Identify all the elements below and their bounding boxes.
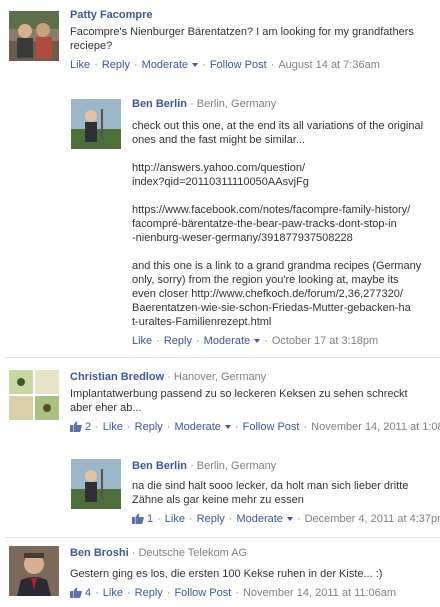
author-location: Berlin, Germany — [196, 460, 277, 472]
timestamp[interactable]: November 14, 2011 at 1:08pm — [311, 421, 440, 433]
thumbs-up-icon — [70, 421, 82, 432]
avatar[interactable] — [71, 99, 121, 149]
comment-text: na die sind halt sooo lecker, da holt ma… — [132, 480, 409, 506]
comment-actions: 1 · Like · Reply · Moderate · December 4, 2011 a… — [132, 512, 440, 526]
timestamp[interactable]: October 17 at 3:18pm — [272, 335, 378, 347]
link-yahoo[interactable]: http://answers.yahoo.com/question/index?… — [132, 161, 440, 189]
reply-link[interactable]: Reply — [197, 513, 225, 525]
comment-text: Gestern ging es los, die ersten 100 Keks… — [70, 568, 383, 580]
author-location: Berlin, Germany — [196, 98, 277, 110]
paragraph-chefkoch: and this one is a link to a grand grandm… — [132, 260, 422, 328]
comment-actions: Like · Reply · Moderate · Follow Post · August 1… — [70, 59, 380, 71]
moderate-dropdown[interactable]: Moderate — [236, 513, 293, 525]
avatar[interactable] — [9, 546, 59, 596]
like-link[interactable]: Like — [165, 513, 185, 525]
follow-post-link[interactable]: Follow Post — [210, 59, 267, 71]
comment-text: check out this one, at the end its all v… — [132, 119, 440, 329]
thumbs-up-icon — [132, 513, 144, 524]
paragraph: check out this one, at the end its all v… — [132, 120, 424, 146]
like-link[interactable]: Like — [132, 335, 152, 347]
comment-header: Christian Bredlow · Hanover, Germany — [70, 371, 267, 383]
timestamp[interactable]: December 4, 2011 at 4:37pm — [305, 513, 440, 525]
comment-actions: Like · Reply · Moderate · October 17 at 3:18pm — [132, 335, 379, 347]
like-link[interactable]: Like — [70, 59, 90, 71]
author-name[interactable]: Ben Broshi — [70, 547, 129, 559]
reply-link[interactable]: Reply — [102, 59, 130, 71]
like-count[interactable]: 4 — [70, 587, 91, 599]
reply-link[interactable]: Reply — [135, 421, 163, 433]
like-count[interactable]: 2 — [70, 421, 91, 433]
divider — [5, 357, 440, 358]
avatar[interactable] — [71, 459, 121, 509]
author-location: Deutsche Telekom AG — [138, 547, 248, 559]
comment-header: Patty Facompre — [70, 8, 440, 22]
link-facebook-note[interactable]: https://www.facebook.com/notes/facompre-… — [132, 203, 440, 245]
comment-text: Facompre's Nienburger Bärentatzen? I am … — [70, 26, 414, 52]
avatar[interactable] — [9, 11, 59, 61]
divider — [5, 537, 440, 538]
author-name[interactable]: Ben Berlin — [132, 98, 187, 110]
author-name[interactable]: Christian Bredlow — [70, 371, 164, 383]
comment-header: Ben Broshi · Deutsche Telekom AG — [70, 547, 248, 559]
avatar[interactable] — [9, 370, 59, 420]
author-name[interactable]: Patty Facompre — [70, 9, 153, 21]
moderate-dropdown[interactable]: Moderate — [174, 421, 231, 433]
moderate-dropdown[interactable]: Moderate — [142, 59, 199, 71]
comment-actions: 2 · Like · Reply · Moderate · Follow Post · Novemb… — [70, 420, 440, 434]
follow-post-link[interactable]: Follow Post — [174, 587, 231, 599]
moderate-dropdown[interactable]: Moderate — [204, 335, 261, 347]
thumbs-up-icon — [70, 587, 82, 598]
reply-link[interactable]: Reply — [135, 587, 163, 599]
comment-actions: 4 · Like · Reply · Follow Post · November 14, 20… — [70, 586, 440, 600]
reply-link[interactable]: Reply — [164, 335, 192, 347]
like-link[interactable]: Like — [103, 421, 123, 433]
follow-post-link[interactable]: Follow Post — [243, 421, 300, 433]
timestamp[interactable]: August 14 at 7:36am — [278, 59, 380, 71]
author-name[interactable]: Ben Berlin — [132, 460, 187, 472]
comment-text: Implantatwerbung passend zu so leckeren … — [70, 388, 408, 414]
comment-header: Ben Berlin · Berlin, Germany — [132, 98, 277, 110]
like-link[interactable]: Like — [103, 587, 123, 599]
timestamp[interactable]: November 14, 2011 at 11:06am — [243, 587, 396, 599]
like-count[interactable]: 1 — [132, 513, 153, 525]
comment-header: Ben Berlin · Berlin, Germany — [132, 460, 277, 472]
author-location: Hanover, Germany — [173, 371, 267, 383]
